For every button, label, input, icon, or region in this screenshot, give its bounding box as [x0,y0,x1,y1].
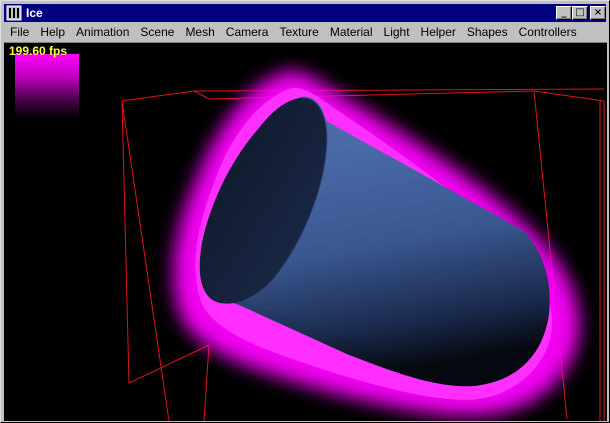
menu-camera[interactable]: Camera [220,23,274,42]
menu-bar: File Help Animation Scene Mesh Camera Te… [4,23,606,42]
menu-helper[interactable]: Helper [415,23,461,42]
app-icon [6,5,22,21]
menu-material[interactable]: Material [324,23,378,42]
menu-file[interactable]: File [4,23,34,42]
menu-texture[interactable]: Texture [273,23,323,42]
title-bar[interactable]: Ice _ □ × [4,4,606,22]
close-button[interactable]: × [590,6,606,20]
scene-render [121,70,605,421]
menu-help[interactable]: Help [34,23,70,42]
render-viewport[interactable]: 199.60 fps [4,42,607,421]
menu-animation[interactable]: Animation [70,23,134,42]
maximize-button[interactable]: □ [572,6,588,20]
app-window: Ice _ □ × File Help Animation Scene Mesh… [0,0,610,423]
menu-mesh[interactable]: Mesh [179,23,219,42]
minimize-button[interactable]: _ [556,6,572,20]
menu-scene[interactable]: Scene [134,23,179,42]
menu-controllers[interactable]: Controllers [513,23,582,42]
window-title: Ice [26,6,43,20]
menu-shapes[interactable]: Shapes [461,23,513,42]
menu-light[interactable]: Light [378,23,415,42]
